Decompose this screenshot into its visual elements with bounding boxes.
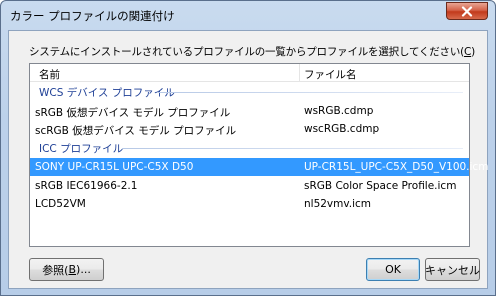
group-label: ICC プロファイル	[39, 143, 124, 155]
profile-list[interactable]: 名前 ファイル名 WCS デバイス プロファイル sRGB 仮想デバイス モデル…	[29, 63, 488, 247]
instruction-text: システムにインストールされているプロファイルの一覧からプロファイルを選択してくだ…	[29, 46, 476, 58]
column-header-filename[interactable]: ファイル名	[304, 67, 357, 82]
list-item[interactable]: sRGB IEC61966-2.1 sRGB Color Space Profi…	[30, 177, 469, 195]
list-item[interactable]: LCD52VM nl52vmv.icm	[30, 195, 469, 213]
title-bar[interactable]: カラー プロファイルの関連付け	[1, 1, 495, 29]
group-header-wcs[interactable]: WCS デバイス プロファイル	[30, 84, 469, 100]
list-header: 名前 ファイル名	[30, 64, 469, 82]
profile-file: UP-CR15L_UPC-C5X_D50_V100.icm	[304, 161, 489, 173]
close-icon	[461, 5, 473, 17]
profile-file: wscRGB.cdmp	[304, 123, 380, 135]
list-item-selected[interactable]: SONY UP-CR15L UPC-C5X D50 UP-CR15L_UPC-C…	[30, 158, 488, 176]
close-button[interactable]	[446, 2, 488, 20]
browse-button[interactable]: 参照(B)...	[29, 258, 104, 281]
profile-file: wsRGB.cdmp	[304, 105, 374, 117]
column-divider[interactable]	[299, 64, 300, 82]
column-header-name[interactable]: 名前	[39, 67, 60, 82]
ok-button[interactable]: OK	[366, 258, 420, 281]
profile-name: scRGB 仮想デバイス モデル プロファイル	[35, 125, 237, 137]
profile-file: nl52vmv.icm	[304, 198, 372, 210]
window-title: カラー プロファイルの関連付け	[10, 9, 175, 23]
cancel-button[interactable]: キャンセル	[425, 258, 480, 281]
profile-name: LCD52VM	[35, 198, 86, 210]
list-item[interactable]: sRGB 仮想デバイス モデル プロファイル wsRGB.cdmp	[30, 102, 469, 120]
profile-name: sRGB 仮想デバイス モデル プロファイル	[35, 107, 231, 119]
group-header-icc[interactable]: ICC プロファイル	[30, 140, 469, 156]
group-divider	[158, 92, 463, 93]
group-label: WCS デバイス プロファイル	[39, 87, 175, 99]
dialog-body: システムにインストールされているプロファイルの一覧からプロファイルを選択してくだ…	[8, 30, 488, 289]
list-item[interactable]: scRGB 仮想デバイス モデル プロファイル wscRGB.cdmp	[30, 120, 469, 138]
dialog-window: カラー プロファイルの関連付け システムにインストールされているプロファイルの一…	[0, 0, 496, 296]
profile-name: sRGB IEC61966-2.1	[35, 180, 138, 192]
profile-file: sRGB Color Space Profile.icm	[304, 180, 457, 192]
profile-name: SONY UP-CR15L UPC-C5X D50	[35, 161, 194, 173]
group-divider	[122, 148, 463, 149]
